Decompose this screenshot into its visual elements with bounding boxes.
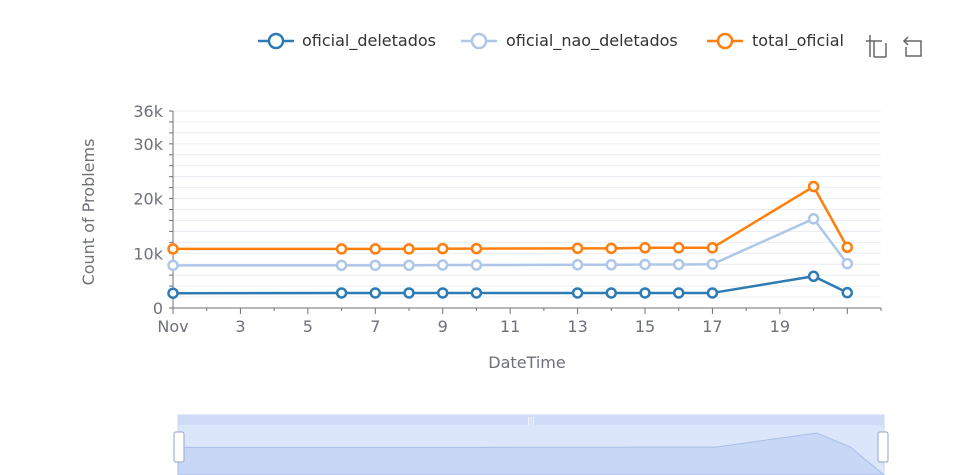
data-point-oficial_deletados[interactable] <box>706 287 719 299</box>
data-point-oficial_nao_deletados[interactable] <box>841 257 854 270</box>
data-point-oficial_nao_deletados[interactable] <box>807 213 820 225</box>
x-tick-label: 7 <box>370 317 380 336</box>
data-point-oficial_nao_deletados[interactable] <box>706 258 719 270</box>
data-point-total_oficial[interactable] <box>436 242 449 255</box>
data-point-oficial_deletados[interactable] <box>335 287 348 299</box>
data-point-oficial_deletados[interactable] <box>639 287 651 299</box>
data-zoom-start-handle[interactable] <box>173 431 185 463</box>
legend-marker <box>716 32 734 50</box>
x-tick-label: Nov <box>157 317 188 336</box>
data-point-oficial_nao_deletados[interactable] <box>470 259 483 271</box>
legend-item-total_oficial[interactable]: total_oficial <box>707 31 844 51</box>
data-point-oficial_nao_deletados[interactable] <box>369 259 382 272</box>
x-tick-label: 11 <box>500 317 520 336</box>
series-lines <box>167 180 854 299</box>
data-point-oficial_deletados[interactable] <box>672 287 685 299</box>
data-zoom-icon[interactable] <box>866 35 887 58</box>
data-point-total_oficial[interactable] <box>571 242 584 255</box>
legend[interactable]: oficial_deletados oficial_nao_deletados to… <box>258 31 844 51</box>
x-tick-label: 19 <box>770 317 790 336</box>
legend-marker <box>470 32 488 50</box>
data-zoom-grip-icon: ||| <box>527 416 535 425</box>
line-chart: 0 10k 20k 30k 36k Nov 3 5 7 9 11 13 15 17 19 oficial_d… <box>79 31 922 475</box>
legend-item-oficial_nao_deletados[interactable]: oficial_nao_deletados <box>461 31 678 51</box>
legend-label: oficial_deletados <box>302 31 436 51</box>
x-tick-label: 9 <box>438 317 448 336</box>
data-point-oficial_nao_deletados[interactable] <box>436 259 449 271</box>
axes: 0 10k 20k 30k 36k Nov 3 5 7 9 11 13 15 17 19 <box>133 102 882 336</box>
data-point-oficial_deletados[interactable] <box>571 287 584 299</box>
data-point-oficial_nao_deletados[interactable] <box>167 259 179 272</box>
series-line-oficial_deletados <box>172 275 848 295</box>
data-point-total_oficial[interactable] <box>706 242 719 254</box>
data-zoom-end-handle[interactable] <box>877 431 889 463</box>
data-point-oficial_nao_deletados[interactable] <box>335 259 348 272</box>
data-point-oficial_nao_deletados[interactable] <box>605 259 618 271</box>
data-point-oficial_nao_deletados[interactable] <box>672 258 685 271</box>
data-point-total_oficial[interactable] <box>369 243 382 255</box>
series-line-total_oficial <box>173 185 849 251</box>
legend-label: oficial_nao_deletados <box>506 31 678 51</box>
data-point-oficial_deletados[interactable] <box>807 270 820 283</box>
x-tick-label: 5 <box>303 317 313 336</box>
legend-marker <box>267 32 285 50</box>
data-point-oficial_deletados[interactable] <box>167 287 179 299</box>
data-point-total_oficial[interactable] <box>639 242 651 254</box>
legend-label: total_oficial <box>752 31 844 51</box>
data-point-oficial_deletados[interactable] <box>470 287 483 299</box>
data-point-oficial_nao_deletados[interactable] <box>639 258 651 271</box>
x-axis-label: DateTime <box>488 353 565 372</box>
data-zoom-slider[interactable]: ||| <box>173 414 889 475</box>
x-tick-label: 17 <box>702 317 722 336</box>
x-tick-label: 15 <box>635 317 655 336</box>
data-point-oficial_nao_deletados[interactable] <box>403 259 415 272</box>
data-point-oficial_nao_deletados[interactable] <box>571 259 584 271</box>
data-point-total_oficial[interactable] <box>403 243 415 255</box>
data-point-oficial_deletados[interactable] <box>841 286 854 299</box>
data-point-oficial_deletados[interactable] <box>436 287 449 299</box>
data-point-oficial_deletados[interactable] <box>369 287 382 299</box>
y-tick-label: 36k <box>133 102 163 121</box>
x-tick-label: 13 <box>567 317 587 336</box>
data-point-oficial_deletados[interactable] <box>605 287 618 299</box>
data-point-total_oficial[interactable] <box>841 241 854 254</box>
data-point-oficial_deletados[interactable] <box>403 287 415 299</box>
y-tick-label: 20k <box>133 190 163 209</box>
data-point-total_oficial[interactable] <box>470 242 483 255</box>
y-tick-label: 30k <box>133 135 163 154</box>
data-zoom-restore-icon[interactable] <box>902 36 922 57</box>
legend-item-oficial_deletados[interactable]: oficial_deletados <box>258 31 436 51</box>
data-point-total_oficial[interactable] <box>167 243 179 255</box>
y-axis-label: Count of Problems <box>79 139 98 286</box>
x-tick-label: 3 <box>235 317 245 336</box>
y-tick-label: 0 <box>153 299 163 318</box>
data-point-total_oficial[interactable] <box>335 243 348 255</box>
data-point-total_oficial[interactable] <box>672 242 685 254</box>
grid-lines <box>173 110 881 298</box>
data-point-total_oficial[interactable] <box>807 180 820 193</box>
y-tick-label: 10k <box>133 244 163 263</box>
data-point-total_oficial[interactable] <box>605 242 618 255</box>
